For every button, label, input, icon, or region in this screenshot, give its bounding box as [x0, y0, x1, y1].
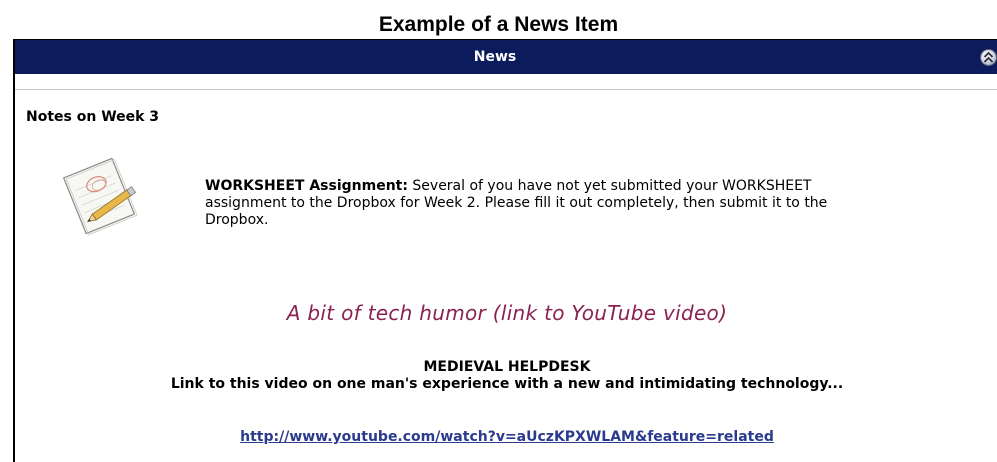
chevron-up-double-icon	[983, 51, 994, 63]
worksheet-label: WORKSHEET Assignment:	[205, 178, 408, 194]
video-heading: MEDIEVAL HELPDESK	[423, 359, 591, 375]
news-widget-header: News	[15, 39, 997, 74]
news-widget-title: News	[473, 49, 517, 65]
page-caption: Example of a News Item	[378, 13, 619, 36]
notepad-pencil-icon	[52, 149, 152, 239]
news-widget: News Notes on Week 3 WORKSHEET Assignmen…	[13, 39, 997, 462]
video-description: Link to this video on one man's experien…	[170, 376, 844, 392]
humor-text: A bit of tech humor (link to YouTube vid…	[286, 301, 728, 325]
youtube-link[interactable]: http://www.youtube.com/watch?v=aUczKPXWL…	[15, 428, 997, 446]
collapse-button[interactable]	[980, 49, 997, 66]
header-divider	[15, 89, 997, 90]
news-item-title: Notes on Week 3	[26, 109, 160, 125]
worksheet-notice: WORKSHEET Assignment: Several of you hav…	[205, 178, 855, 229]
